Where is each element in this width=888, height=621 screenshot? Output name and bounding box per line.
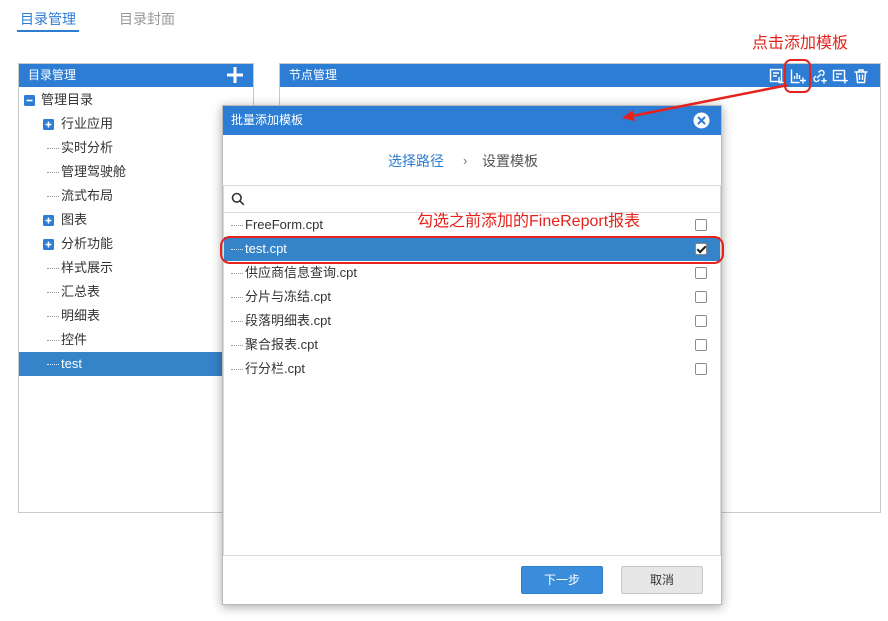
tab-directory-cover[interactable]: 目录封面 [116,11,178,32]
tree-node-label: 管理目录 [41,92,94,107]
file-row[interactable]: 行分栏.cpt [224,357,720,381]
tree-node-label: 控件 [61,332,88,347]
template-picker: FreeForm.cpt test.cpt 供应商信息查询.cpt 分片与冻结.… [223,185,721,556]
node-panel-title: 节点管理 [289,68,338,82]
tree-node-label: 样式展示 [61,260,114,275]
step-separator: › [463,153,468,168]
file-checkbox[interactable] [695,267,707,279]
tree-node[interactable]: 管理驾驶舱 [19,160,253,184]
tree-node-label: 明细表 [61,308,101,323]
file-checkbox[interactable] [695,219,707,231]
tree-node[interactable]: 分析功能 [19,232,253,256]
tree-connector [231,297,243,298]
report-file-icon[interactable] [769,68,785,84]
file-name: 供应商信息查询.cpt [245,265,357,280]
file-row[interactable]: test.cpt [224,237,720,261]
file-row[interactable]: 段落明细表.cpt [224,309,720,333]
directory-panel: 目录管理 管理目录 行业应用 实时分析 管理驾驶舱 流式布局 图表 分析功能 样… [18,63,254,513]
tree-node[interactable]: 样式展示 [19,256,253,280]
file-name: FreeForm.cpt [245,217,324,232]
dialog-title: 批量添加模板 [231,113,304,127]
tree-node-root[interactable]: 管理目录 [19,88,253,112]
chart-plus-icon[interactable] [790,68,806,84]
tree-connector [231,225,243,226]
directory-panel-header: 目录管理 [19,64,253,87]
file-name: 聚合报表.cpt [245,337,318,352]
tree-node-label: test [61,356,82,371]
close-circle-icon[interactable] [693,112,710,129]
dialog-header: 批量添加模板 [223,106,721,135]
tree-connector [47,316,59,317]
directory-panel-title: 目录管理 [28,68,77,82]
tree-node[interactable]: 汇总表 [19,280,253,304]
frame-plus-icon[interactable] [832,68,848,84]
tree-connector [231,249,243,250]
file-row[interactable]: FreeForm.cpt [224,213,720,237]
link-plus-icon[interactable] [811,68,827,84]
tree-node-label: 流式布局 [61,188,114,203]
tree-connector [231,369,243,370]
tab-directory-management[interactable]: 目录管理 [17,11,79,32]
search-input[interactable] [250,189,714,209]
step-set-template: 设置模板 [482,153,538,169]
file-name: 段落明细表.cpt [245,313,331,328]
tree-node-label: 实时分析 [61,140,114,155]
tree-node-label: 图表 [61,212,88,227]
tree-node[interactable]: 控件 [19,328,253,352]
tree-node[interactable]: 图表 [19,208,253,232]
tree-node-label: 管理驾驶舱 [61,164,127,179]
file-checkbox[interactable] [695,291,707,303]
tree-connector [47,292,59,293]
next-step-button[interactable]: 下一步 [521,566,603,594]
expand-box-icon[interactable] [43,239,54,250]
expand-box-icon[interactable] [43,119,54,130]
tree-node-label: 分析功能 [61,236,114,251]
file-list: FreeForm.cpt test.cpt 供应商信息查询.cpt 分片与冻结.… [224,213,720,381]
trash-icon[interactable] [853,68,869,84]
tree-node-label: 汇总表 [61,284,101,299]
tree-connector [47,340,59,341]
step-select-path: 选择路径 [388,153,444,169]
tree-connector [231,345,243,346]
tree-connector [47,196,59,197]
annotation-add-template: 点击添加模板 [752,35,849,52]
batch-add-template-dialog: 批量添加模板 选择路径 › 设置模板 FreeForm.cpt test.cpt [222,105,722,605]
file-checkbox[interactable] [695,315,707,327]
expand-box-icon[interactable] [43,215,54,226]
tree-node[interactable]: 明细表 [19,304,253,328]
tree-connector [231,321,243,322]
directory-tree: 管理目录 行业应用 实时分析 管理驾驶舱 流式布局 图表 分析功能 样式展示 汇… [19,88,253,376]
node-panel-header: 节点管理 [280,64,880,87]
tree-connector [47,148,59,149]
plus-icon[interactable] [226,66,244,84]
cancel-button[interactable]: 取消 [621,566,703,594]
tree-node[interactable]: 流式布局 [19,184,253,208]
wizard-steps: 选择路径 › 设置模板 [223,151,721,171]
collapse-box-icon[interactable] [24,95,35,106]
file-name: 分片与冻结.cpt [245,289,331,304]
tree-connector [47,268,59,269]
file-row[interactable]: 聚合报表.cpt [224,333,720,357]
file-row[interactable]: 分片与冻结.cpt [224,285,720,309]
file-name: test.cpt [245,241,287,256]
file-checkbox[interactable] [695,243,707,255]
tree-connector [47,364,59,365]
tree-connector [47,172,59,173]
file-checkbox[interactable] [695,363,707,375]
file-name: 行分栏.cpt [245,361,305,376]
tree-connector [231,273,243,274]
search-icon [231,192,245,206]
file-row[interactable]: 供应商信息查询.cpt [224,261,720,285]
tree-node-selected[interactable]: test [19,352,253,376]
file-checkbox[interactable] [695,339,707,351]
search-bar [224,186,720,213]
tree-node[interactable]: 行业应用 [19,112,253,136]
tree-node-label: 行业应用 [61,116,114,131]
tree-node[interactable]: 实时分析 [19,136,253,160]
